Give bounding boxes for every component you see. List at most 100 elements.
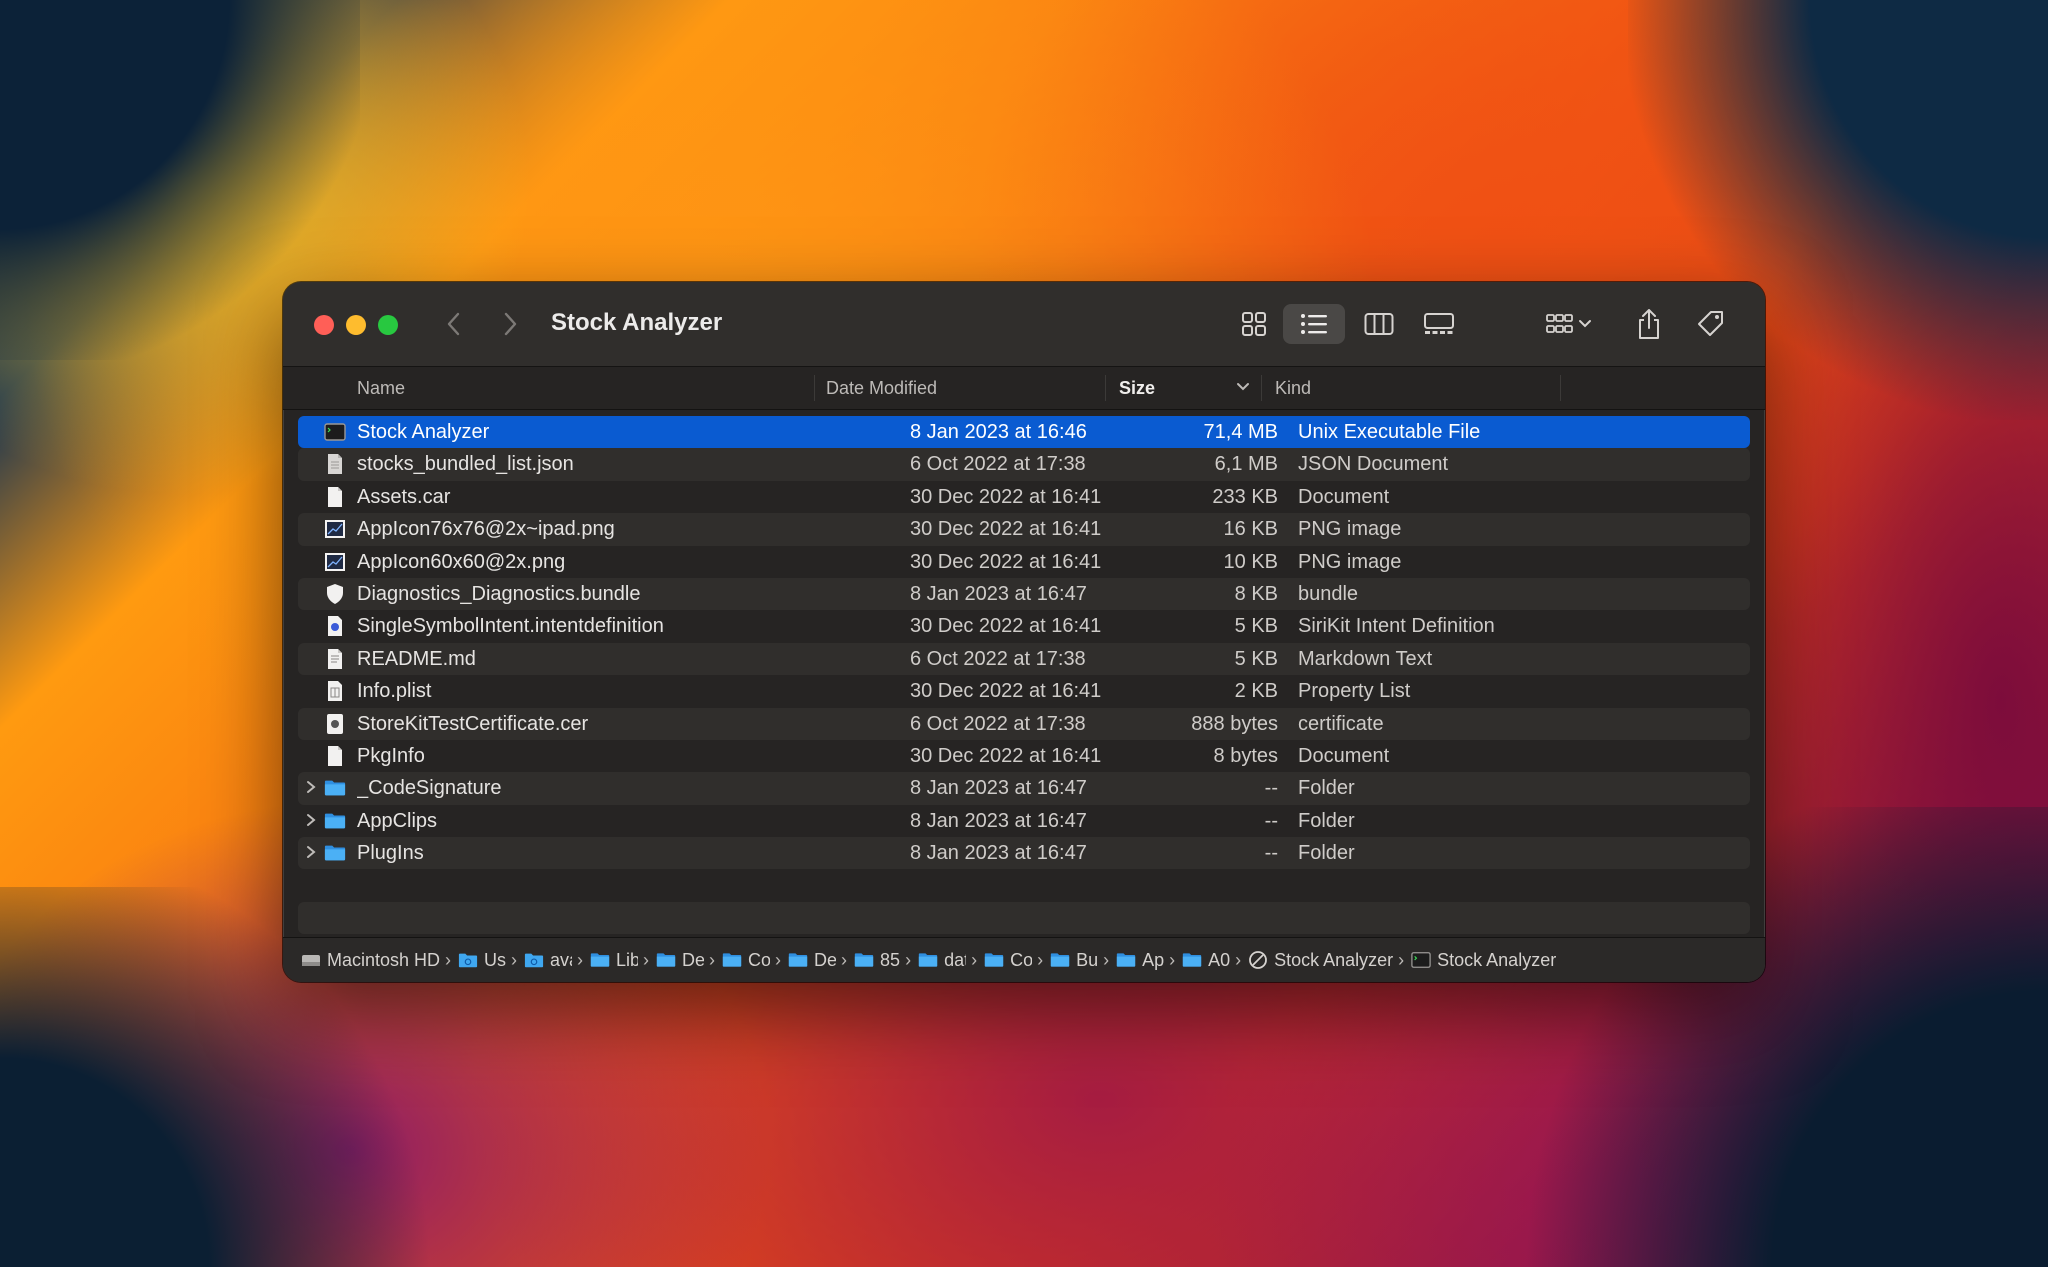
column-header-name[interactable]: Name xyxy=(357,367,405,409)
sort-chevron-down-icon[interactable] xyxy=(1236,382,1250,392)
folder-icon xyxy=(788,951,808,969)
file-name: StoreKitTestCertificate.cer xyxy=(357,712,589,735)
file-list: Stock Analyzer 8 Jan 2023 at 16:46 71,4 MB… xyxy=(298,416,1750,870)
terminal-icon xyxy=(1411,951,1431,969)
image-icon xyxy=(324,551,346,573)
file-row[interactable]: StoreKitTestCertificate.cer 6 Oct 2022 at… xyxy=(298,707,1750,740)
intent-icon xyxy=(324,615,346,637)
path-crumb-label: De xyxy=(814,949,837,970)
folder-icon xyxy=(722,951,742,969)
file-row[interactable]: AppClips 8 Jan 2023 at 16:47 -- Folder xyxy=(298,805,1750,837)
folder-icon xyxy=(1050,951,1070,969)
zoom-button[interactable] xyxy=(378,315,398,335)
disclosure-chevron-icon[interactable] xyxy=(304,837,318,869)
path-crumb[interactable]: Stock Analyzer xyxy=(1411,950,1556,971)
file-row[interactable]: AppIcon76x76@2x~ipad.png 30 Dec 2022 at 1… xyxy=(298,513,1750,546)
folder-icon xyxy=(1182,951,1202,969)
file-row[interactable]: Assets.car 30 Dec 2022 at 16:41 233 KB Docu… xyxy=(298,481,1750,513)
file-row[interactable]: Info.plist 30 Dec 2022 at 16:41 2 KB Proper… xyxy=(298,675,1750,707)
tags-button[interactable] xyxy=(1688,304,1734,344)
disclosure-chevron-icon[interactable] xyxy=(304,805,318,837)
path-crumb[interactable]: 85 xyxy=(854,950,900,971)
file-kind: Unix Executable File xyxy=(1298,421,1481,443)
group-menu-button[interactable] xyxy=(1538,304,1600,344)
gallery-view-button[interactable] xyxy=(1416,304,1462,344)
path-crumb[interactable]: Us xyxy=(458,950,506,971)
path-crumb-label: ava xyxy=(550,949,572,970)
action-menu-button[interactable] xyxy=(1761,304,1765,344)
file-row[interactable]: stocks_bundled_list.json 6 Oct 2022 at 17… xyxy=(298,448,1750,481)
file-kind: bundle xyxy=(1298,582,1359,605)
path-crumb[interactable]: dat xyxy=(918,950,966,971)
file-name: README.md xyxy=(357,647,476,670)
window-title: Stock Analyzer xyxy=(551,309,723,336)
path-crumb-label: 85 xyxy=(880,949,901,970)
file-row[interactable]: SingleSymbolIntent.intentdefinition 30 De… xyxy=(298,610,1750,642)
path-crumb[interactable]: Stock Analyzer xyxy=(1248,950,1393,971)
file-row[interactable]: AppIcon60x60@2x.png 30 Dec 2022 at 16:41 1… xyxy=(298,546,1750,578)
group-icon xyxy=(1546,314,1573,333)
path-crumb-label: A0 xyxy=(1208,949,1231,970)
file-name: Info.plist xyxy=(357,680,432,703)
folder-icon xyxy=(324,777,346,799)
home-folder-icon xyxy=(524,951,544,969)
terminal-icon xyxy=(324,421,346,443)
disclosure-chevron-icon[interactable] xyxy=(304,772,318,804)
path-separator-icon: › xyxy=(971,949,978,970)
column-divider[interactable] xyxy=(1261,375,1262,401)
text-document-icon xyxy=(324,648,346,670)
column-divider[interactable] xyxy=(814,375,815,401)
file-size: 6,1 MB xyxy=(1214,453,1278,476)
path-crumb[interactable]: A0 xyxy=(1182,950,1230,971)
path-crumb-label: De xyxy=(682,949,705,970)
file-size: 888 bytes xyxy=(1191,712,1278,735)
minimize-button[interactable] xyxy=(346,315,366,335)
file-row[interactable]: Diagnostics_Diagnostics.bundle 8 Jan 2023… xyxy=(298,577,1750,611)
file-row[interactable]: PlugIns 8 Jan 2023 at 16:47 -- Folder xyxy=(298,837,1750,870)
file-kind: Folder xyxy=(1298,809,1355,832)
file-row[interactable]: PkgInfo 30 Dec 2022 at 16:41 8 bytes Docume… xyxy=(298,740,1750,772)
folder-icon xyxy=(324,810,346,832)
grid-icon xyxy=(1242,312,1266,336)
list-icon xyxy=(1301,314,1327,334)
back-button[interactable] xyxy=(436,306,472,342)
column-header-date[interactable]: Date Modified xyxy=(826,367,937,409)
path-crumb[interactable]: ava xyxy=(524,950,572,971)
share-button[interactable] xyxy=(1626,304,1672,344)
folder-icon xyxy=(984,951,1004,969)
path-crumb[interactable]: Macintosh HD xyxy=(301,950,440,971)
path-crumb[interactable]: Co xyxy=(984,950,1032,971)
column-header-kind[interactable]: Kind xyxy=(1275,367,1311,409)
file-row[interactable]: _CodeSignature 8 Jan 2023 at 16:47 -- Folde… xyxy=(298,772,1750,805)
file-name: AppIcon76x76@2x~ipad.png xyxy=(357,518,615,541)
close-button[interactable] xyxy=(314,315,334,335)
column-header-size[interactable]: Size xyxy=(1119,367,1155,409)
path-crumb[interactable]: De xyxy=(788,950,836,971)
path-crumb-label: Us xyxy=(484,949,507,970)
folder-icon xyxy=(590,951,610,969)
path-crumb[interactable]: Bu xyxy=(1050,950,1098,971)
file-name: PkgInfo xyxy=(357,744,425,767)
list-view-button[interactable] xyxy=(1283,304,1345,344)
path-separator-icon: › xyxy=(709,949,716,970)
file-name: PlugIns xyxy=(357,842,424,865)
path-separator-icon: › xyxy=(511,949,518,970)
path-crumb[interactable]: Co xyxy=(722,950,770,971)
file-row[interactable]: Stock Analyzer 8 Jan 2023 at 16:46 71,4 MB… xyxy=(298,416,1750,449)
column-divider[interactable] xyxy=(1105,375,1106,401)
finder-window: Stock Analyzer Name Date Modified Size K… xyxy=(283,282,1765,982)
forward-button[interactable] xyxy=(492,306,528,342)
icon-view-button[interactable] xyxy=(1231,304,1277,344)
path-crumb-label: Co xyxy=(1010,949,1033,970)
path-crumb[interactable]: De xyxy=(656,950,704,971)
file-kind: Folder xyxy=(1298,842,1355,865)
path-crumb[interactable]: Lib xyxy=(590,950,638,971)
empty-row xyxy=(298,902,1750,934)
path-crumb[interactable]: Ap xyxy=(1116,950,1164,971)
chevron-right-icon xyxy=(504,312,517,336)
file-row[interactable]: README.md 6 Oct 2022 at 17:38 5 KB Markdown… xyxy=(298,642,1750,676)
column-view-button[interactable] xyxy=(1356,304,1402,344)
column-divider[interactable] xyxy=(1560,375,1561,401)
path-crumb-label: Lib xyxy=(616,949,639,970)
path-separator-icon: › xyxy=(905,949,912,970)
